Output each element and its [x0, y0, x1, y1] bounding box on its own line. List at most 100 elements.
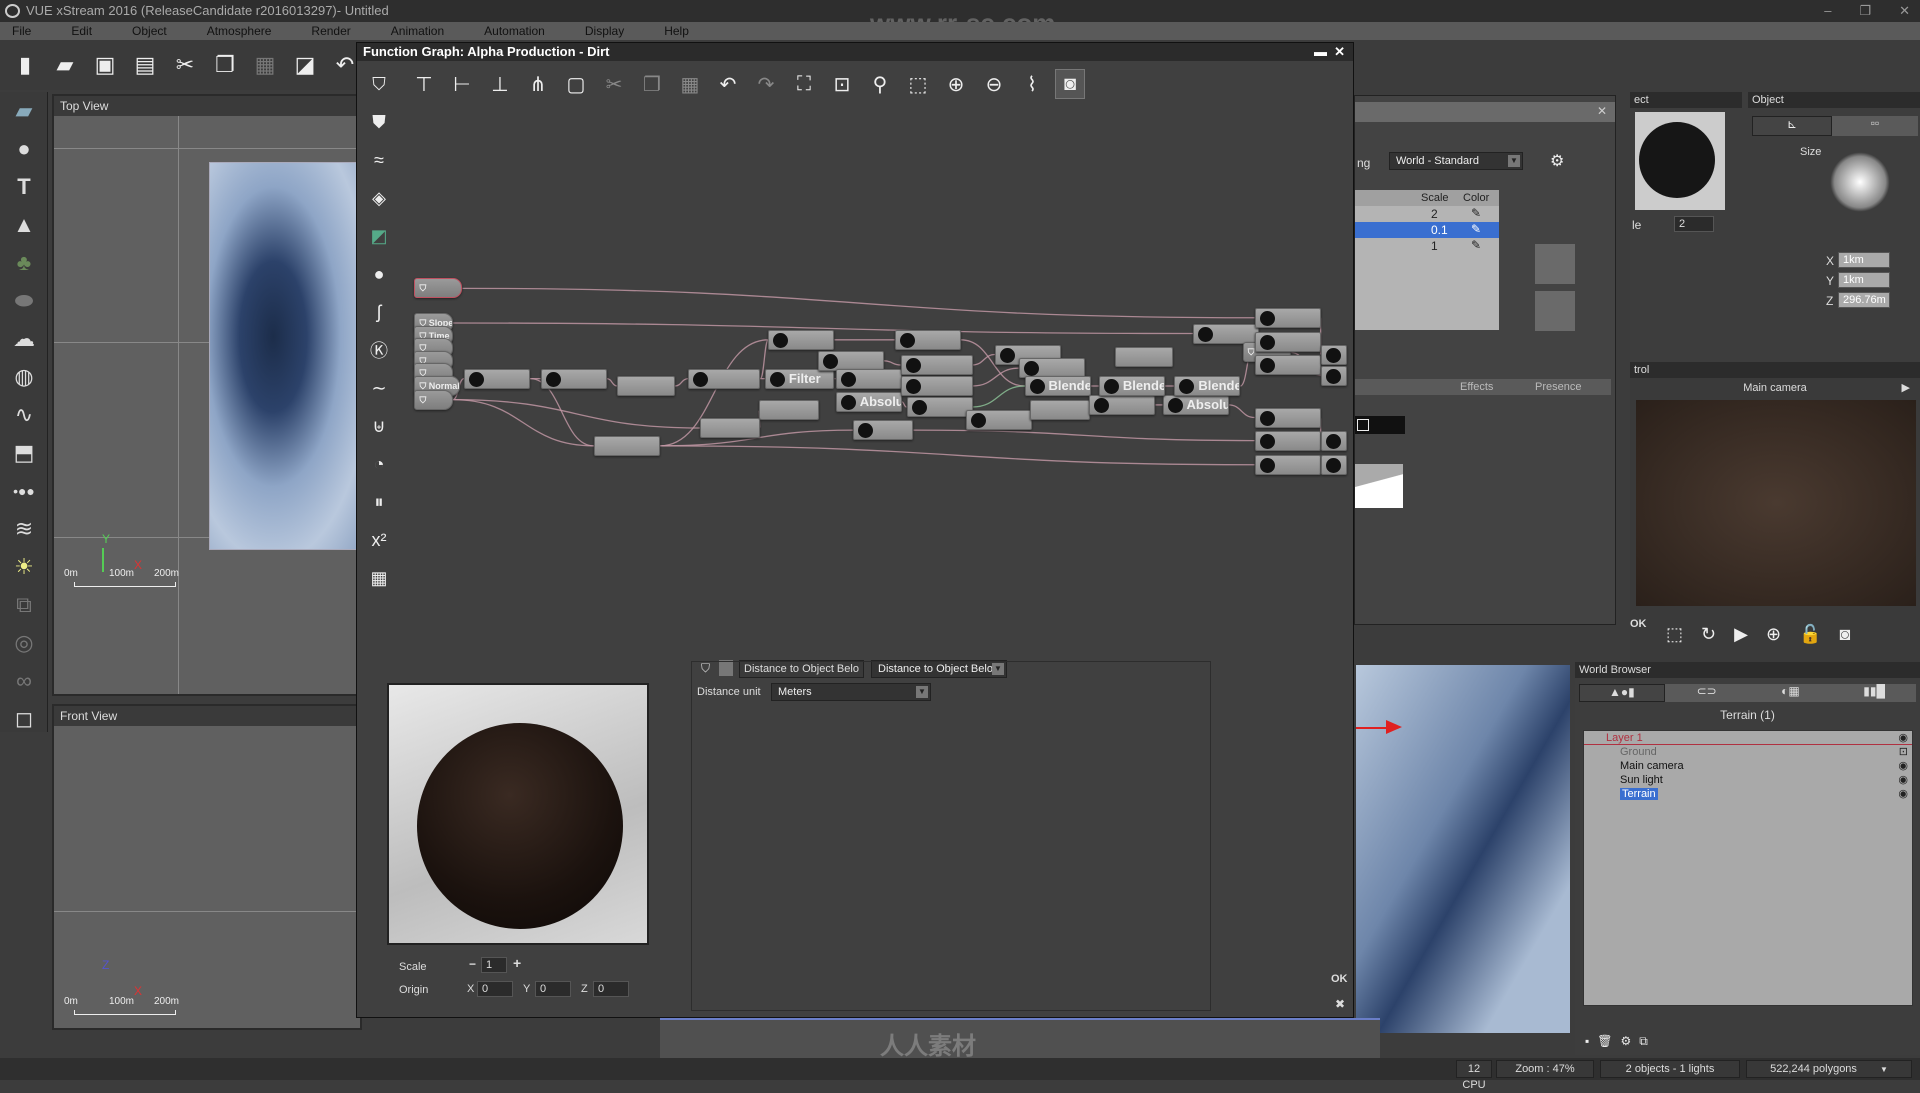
scale-field[interactable]: 1 — [481, 957, 507, 973]
layout-right-icon[interactable]: ⊢ — [447, 69, 477, 99]
import-object-icon[interactable]: ⬒ — [0, 434, 48, 472]
eye-icon[interactable]: ◉ — [1898, 731, 1908, 745]
graph-node[interactable] — [1255, 332, 1321, 352]
graph-node[interactable] — [1321, 366, 1347, 386]
close-button[interactable]: ✕ — [1899, 0, 1910, 22]
graph-node[interactable] — [594, 436, 660, 456]
color-node-icon[interactable]: ◩ — [361, 217, 397, 255]
zoom-icon[interactable]: ⊕ — [1766, 624, 1781, 645]
pencil-icon[interactable]: ✎ — [1471, 238, 1481, 252]
graph-node[interactable] — [1321, 431, 1347, 451]
function-node-icon[interactable]: ∼ — [361, 369, 397, 407]
swatch-box[interactable] — [1535, 291, 1575, 331]
delete-icon[interactable]: 🗑 — [1597, 1034, 1612, 1049]
load-object-icon[interactable]: ◻ — [0, 700, 48, 738]
menu-atmosphere[interactable]: Atmosphere — [207, 22, 272, 40]
graph-node[interactable]: Blender — [1099, 376, 1165, 396]
color-field[interactable] — [1355, 416, 1405, 434]
graph-node[interactable] — [541, 369, 607, 389]
new-file-icon[interactable]: ▮ — [12, 52, 38, 78]
graph-node[interactable] — [1089, 395, 1155, 415]
distance-unit-dropdown[interactable]: Meters▼ — [771, 683, 931, 701]
pause-icon[interactable]: ⏸ — [361, 483, 397, 521]
top-viewport[interactable]: Top View Y X 0m 100m 200m — [52, 94, 362, 696]
preview-toggle-icon[interactable]: ◙ — [1055, 69, 1085, 99]
layer-row[interactable]: 1✎ — [1355, 238, 1499, 254]
graph-node[interactable] — [464, 369, 530, 389]
size-gizmo[interactable] — [1830, 152, 1890, 212]
gear-icon[interactable]: ⚙ — [1550, 151, 1564, 171]
layout-tree-icon[interactable]: ⊤ — [409, 69, 439, 99]
gear-icon[interactable]: ⚙ — [1621, 1034, 1632, 1049]
graph-node[interactable] — [1115, 347, 1173, 367]
group-icon[interactable]: ⧉ — [0, 586, 48, 624]
menu-display[interactable]: Display — [585, 22, 624, 40]
graph-node[interactable] — [1321, 455, 1347, 475]
node-graph-canvas[interactable]: ⛉ ⛉ Slope⛉ Time⛉ ⛉ ⛉ ⛉ Normal⛉ FilterAbs… — [405, 103, 1350, 693]
copy-icon[interactable]: ❐ — [212, 52, 238, 78]
ok-button[interactable]: OK — [1331, 973, 1348, 985]
layout-down-icon[interactable]: ⊥ — [485, 69, 515, 99]
maximize-button[interactable]: ❐ — [1859, 0, 1871, 22]
layer-row[interactable]: 2✎ — [1355, 206, 1499, 222]
menu-help[interactable]: Help — [664, 22, 689, 40]
graph-node[interactable] — [1255, 408, 1321, 428]
graph-node[interactable]: Filter — [765, 369, 835, 389]
graph-node[interactable]: Blender — [1025, 376, 1091, 396]
objects-tab[interactable]: ▲●▮ — [1579, 684, 1665, 702]
object-icon[interactable]: ⧉ — [1639, 1034, 1648, 1049]
filter-node-icon[interactable]: ʃ — [361, 293, 397, 331]
maximize-icon[interactable]: ▬ — [1314, 43, 1327, 61]
input-node-icon[interactable]: ⛉ — [361, 65, 397, 103]
graph-node[interactable] — [853, 420, 913, 440]
noise-node-icon[interactable]: ≈ — [361, 141, 397, 179]
graph-node[interactable] — [1255, 455, 1321, 475]
tab-presence[interactable]: Presence — [1535, 381, 1581, 393]
minimize-button[interactable]: – — [1824, 0, 1831, 22]
graph-node[interactable]: Absolute — [836, 392, 902, 412]
material-preview[interactable] — [1635, 112, 1725, 210]
search-icon[interactable]: ⚲ — [865, 69, 895, 99]
new-layer-icon[interactable]: ▪ — [1585, 1034, 1589, 1049]
tab-effects[interactable]: Effects — [1460, 381, 1493, 393]
origin-x-field[interactable]: 0 — [477, 981, 513, 997]
paste-icon[interactable]: ▦ — [675, 69, 705, 99]
constant-node-icon[interactable]: Ⓚ — [361, 331, 397, 369]
graph-view-icon[interactable]: ⌇ — [1017, 69, 1047, 99]
texture-map-icon[interactable]: ● — [361, 255, 397, 293]
tree-item[interactable]: Sun light◉ — [1584, 773, 1912, 787]
scale-increase-button[interactable]: + — [513, 955, 521, 971]
filter-curve[interactable] — [1355, 464, 1403, 508]
pencil-icon[interactable]: ✎ — [1471, 222, 1481, 236]
material-preview[interactable] — [387, 683, 649, 945]
graph-node[interactable] — [688, 369, 760, 389]
lock-icon[interactable]: ⊡ — [1899, 745, 1908, 759]
menu-animation[interactable]: Animation — [391, 22, 444, 40]
menu-object[interactable]: Object — [132, 22, 167, 40]
polygon-count[interactable]: 522,244 polygons ▼ — [1746, 1060, 1912, 1078]
copy-icon[interactable]: ❐ — [637, 69, 667, 99]
metablob-icon[interactable]: ∞ — [0, 662, 48, 700]
graph-node[interactable]: Blender — [1174, 376, 1240, 396]
graph-node[interactable] — [1030, 400, 1090, 420]
lock-icon[interactable]: 🔓 — [1799, 624, 1821, 645]
links-tab[interactable]: ⊂⊃ — [1665, 684, 1749, 702]
graph-node[interactable] — [1255, 308, 1321, 328]
swatch-box[interactable] — [1535, 244, 1575, 284]
text-icon[interactable]: T — [0, 168, 48, 206]
zoom-box-icon[interactable]: ⬚ — [903, 69, 933, 99]
turbulence-node-icon[interactable]: ◔ — [361, 445, 397, 483]
front-viewport[interactable]: Front View Z X 0m 100m 200m — [52, 704, 362, 1030]
mapping-dropdown[interactable]: World - Standard▼ — [1389, 152, 1523, 170]
close-icon[interactable]: ✕ — [1597, 104, 1607, 118]
graph-node[interactable] — [1255, 431, 1321, 451]
graph-node[interactable] — [836, 369, 902, 389]
origin-y-field[interactable]: 0 — [535, 981, 571, 997]
mountain-icon[interactable]: ▲ — [0, 206, 48, 244]
origin-z-field[interactable]: 0 — [593, 981, 629, 997]
eye-icon[interactable]: ◉ — [1898, 787, 1908, 801]
graph-node[interactable] — [759, 400, 819, 420]
fit-selection-icon[interactable]: ⛶ — [789, 69, 819, 99]
layer-row[interactable]: 0.1✎ — [1355, 222, 1499, 238]
cut-icon[interactable]: ✂ — [172, 52, 198, 78]
